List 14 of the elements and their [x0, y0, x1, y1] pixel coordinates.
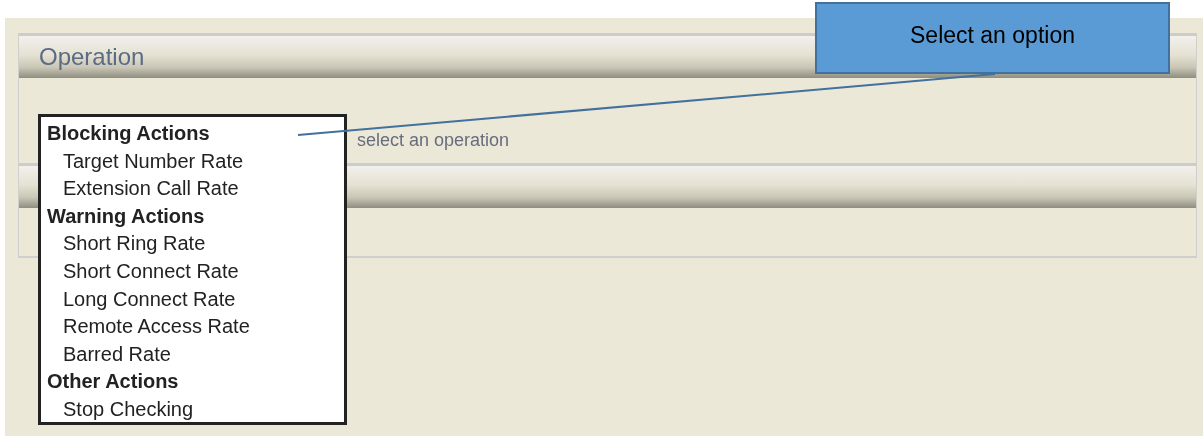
callout-text: Select an option — [910, 22, 1075, 50]
dropdown-option[interactable]: Remote Access Rate — [47, 313, 250, 341]
dropdown-option[interactable]: Target Number Rate — [47, 147, 244, 176]
dropdown-option[interactable]: Barred Rate — [47, 340, 171, 369]
group-label: Other Actions — [47, 369, 179, 395]
section-title: Operation — [39, 43, 145, 71]
group-label: Blocking Actions — [47, 121, 210, 146]
dropdown-option[interactable]: Extension Call Rate — [47, 175, 239, 203]
group-label: Warning Actions — [47, 203, 205, 229]
dropdown-option[interactable]: Long Connect Rate — [47, 285, 236, 314]
dropdown-option[interactable]: Short Connect Rate — [47, 257, 239, 286]
dropdown-option[interactable]: Stop Checking — [47, 395, 194, 424]
hint-text: select an operation — [357, 130, 510, 150]
dropdown-option[interactable]: Short Ring Rate — [47, 230, 206, 258]
